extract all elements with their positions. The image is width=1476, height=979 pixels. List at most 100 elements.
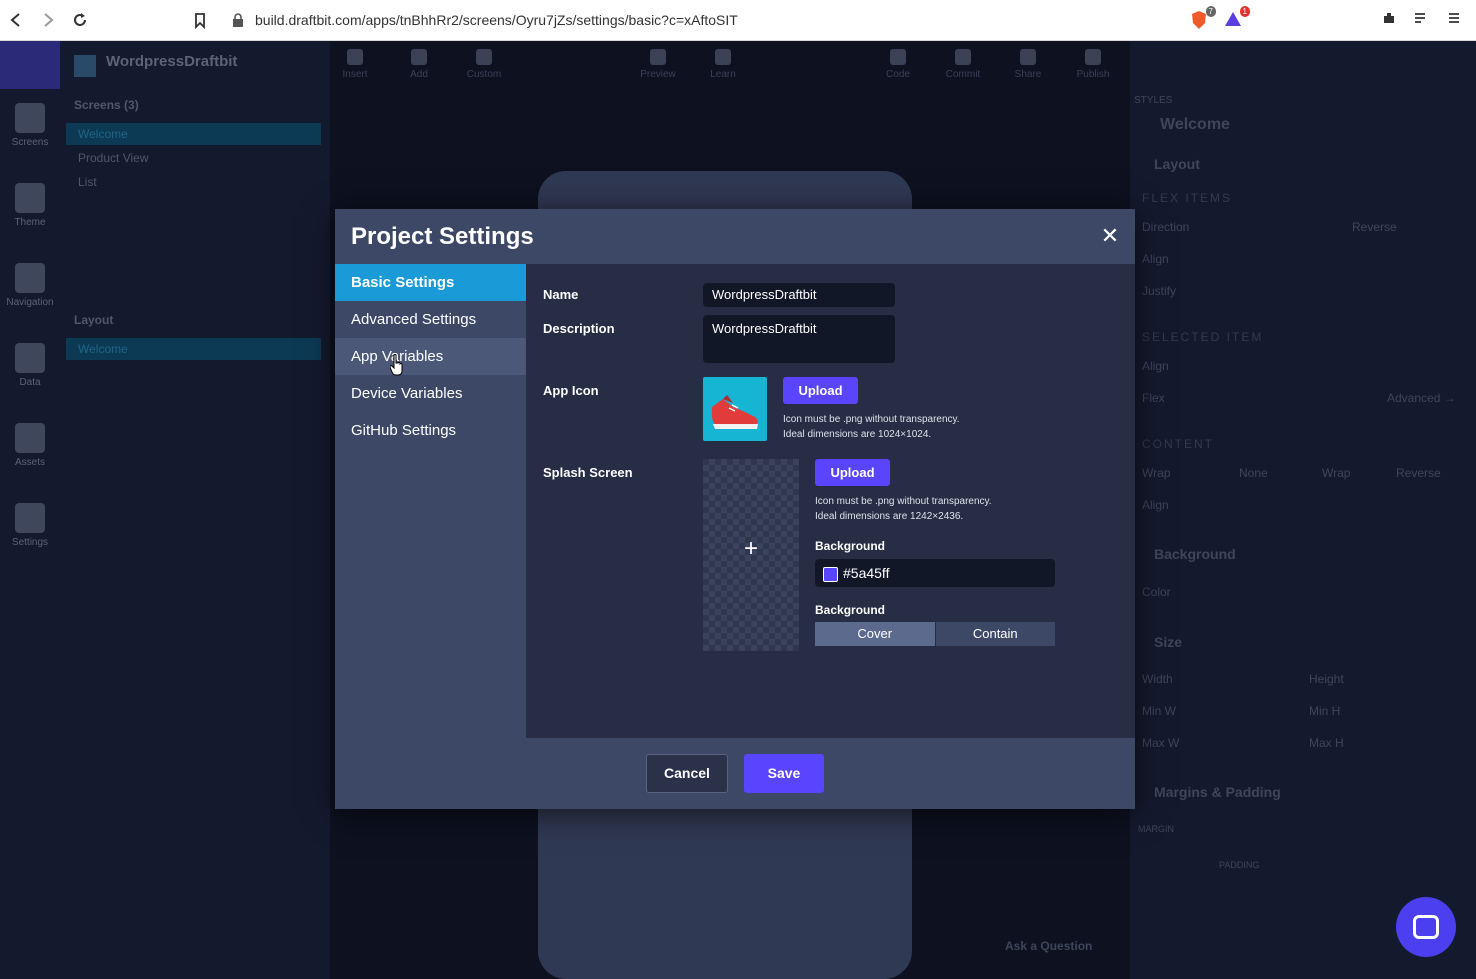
app-icon-preview[interactable] bbox=[703, 377, 767, 441]
address-bar[interactable]: build.draftbit.com/apps/tnBhhRr2/screens… bbox=[255, 12, 738, 28]
align-label: Align bbox=[1142, 498, 1169, 512]
nav-theme[interactable]: Theme bbox=[0, 183, 60, 228]
align-label: Align bbox=[1142, 359, 1169, 373]
height-label: Height bbox=[1309, 672, 1344, 686]
layout-item[interactable]: Welcome bbox=[66, 338, 321, 360]
layout-section[interactable]: Layout bbox=[1154, 156, 1200, 172]
save-button[interactable]: Save bbox=[744, 754, 824, 793]
reload-icon[interactable] bbox=[70, 10, 90, 30]
description-label: Description bbox=[543, 321, 615, 336]
tool-custom[interactable]: Custom bbox=[459, 49, 509, 80]
nav-settings[interactable]: Settings bbox=[0, 503, 60, 548]
data-icon bbox=[15, 343, 45, 373]
tool-label: Custom bbox=[466, 69, 502, 80]
brave-rewards-icon[interactable]: 1 bbox=[1222, 6, 1250, 32]
wrap-label: Wrap bbox=[1142, 466, 1171, 480]
styles-label: STYLES bbox=[1134, 95, 1173, 106]
tool-label: Add bbox=[410, 69, 428, 80]
wrap-none[interactable]: None bbox=[1239, 466, 1268, 480]
cover-option[interactable]: Cover bbox=[815, 622, 935, 646]
screens-icon bbox=[15, 103, 45, 133]
advanced-link[interactable]: Advanced → bbox=[1387, 391, 1456, 405]
tab-device-variables[interactable]: Device Variables bbox=[335, 375, 526, 412]
resize-mode-toggle: Cover Contain bbox=[815, 622, 1055, 646]
tab-app-variables[interactable]: App Variables bbox=[335, 338, 526, 375]
insert-icon bbox=[347, 49, 363, 65]
menu-icon[interactable] bbox=[1443, 10, 1465, 32]
cancel-button[interactable]: Cancel bbox=[646, 754, 728, 793]
wrap-wrap[interactable]: Wrap bbox=[1322, 466, 1350, 480]
commit-icon bbox=[955, 49, 971, 65]
back-icon[interactable] bbox=[6, 10, 26, 30]
browser-toolbar: build.draftbit.com/apps/tnBhhRr2/screens… bbox=[0, 0, 1476, 41]
padding-label: PADDING bbox=[1219, 860, 1260, 870]
layout-title: Layout bbox=[74, 313, 114, 327]
background-section[interactable]: Background bbox=[1154, 546, 1236, 562]
navigation-icon bbox=[15, 263, 45, 293]
color-swatch[interactable] bbox=[823, 567, 838, 582]
extensions-icon[interactable] bbox=[1378, 10, 1400, 32]
nav-data[interactable]: Data bbox=[0, 343, 60, 388]
modal-title: Project Settings bbox=[351, 223, 534, 250]
tool-label: Publish bbox=[1076, 69, 1110, 80]
resize-mode-label: Background bbox=[815, 603, 886, 617]
screen-item[interactable]: Product View bbox=[66, 147, 321, 169]
playlist-icon[interactable] bbox=[1410, 10, 1432, 32]
color-label: Color bbox=[1142, 585, 1171, 599]
basic-settings-content: Name WordpressDraftbit Description Wordp… bbox=[526, 264, 1135, 738]
background-color-input[interactable]: #5a45ff bbox=[815, 559, 1055, 587]
tool-label: Preview bbox=[640, 69, 676, 80]
modal-footer: Cancel Save bbox=[335, 738, 1135, 809]
tab-github-settings[interactable]: GitHub Settings bbox=[335, 412, 526, 449]
tool-learn[interactable]: Learn bbox=[698, 49, 748, 80]
nav-label: Data bbox=[19, 377, 41, 388]
nav-assets[interactable]: Assets bbox=[0, 423, 60, 468]
tool-insert[interactable]: Insert bbox=[330, 49, 380, 80]
nav-screens[interactable]: Screens bbox=[0, 103, 60, 148]
splash-upload-button[interactable]: Upload bbox=[815, 459, 890, 486]
side-panel: WordpressDraftbit Screens (3) Welcome Pr… bbox=[60, 41, 330, 979]
screen-item[interactable]: List bbox=[66, 171, 321, 193]
nav-label: Screens bbox=[11, 137, 49, 148]
custom-icon bbox=[476, 49, 492, 65]
app-icon-hint-2: Ideal dimensions are 1024×1024. bbox=[783, 429, 932, 440]
min-w-label: Min W bbox=[1142, 704, 1176, 718]
modal-header: Project Settings ✕ bbox=[335, 209, 1135, 264]
tool-commit[interactable]: Commit bbox=[938, 49, 988, 80]
tab-basic-settings[interactable]: Basic Settings bbox=[335, 264, 526, 301]
nav-label: Navigation bbox=[6, 297, 54, 308]
tool-share[interactable]: Share bbox=[1003, 49, 1053, 80]
project-name: WordpressDraftbit bbox=[106, 53, 238, 70]
screen-item[interactable]: Welcome bbox=[66, 123, 321, 145]
reverse-label[interactable]: Reverse bbox=[1352, 220, 1397, 234]
settings-tabs: Basic Settings Advanced Settings App Var… bbox=[335, 264, 526, 738]
chat-launcher[interactable] bbox=[1396, 897, 1456, 957]
bookmark-icon[interactable] bbox=[190, 10, 210, 30]
size-section[interactable]: Size bbox=[1154, 634, 1182, 650]
ask-question-link[interactable]: Ask a Question bbox=[1005, 939, 1092, 953]
splash-screen-dropzone[interactable]: + bbox=[703, 459, 799, 651]
flex-label: Flex bbox=[1142, 391, 1165, 405]
name-input[interactable]: WordpressDraftbit bbox=[703, 283, 895, 307]
tool-code[interactable]: Code bbox=[873, 49, 923, 80]
close-icon[interactable]: ✕ bbox=[1099, 225, 1121, 247]
tool-label: Insert bbox=[342, 69, 368, 80]
brave-shield-icon[interactable]: 7 bbox=[1188, 6, 1216, 32]
tab-advanced-settings[interactable]: Advanced Settings bbox=[335, 301, 526, 338]
styles-panel: STYLES Welcome Layout FLEX ITEMS Directi… bbox=[1130, 41, 1476, 979]
tool-preview[interactable]: Preview bbox=[633, 49, 683, 80]
wrap-reverse[interactable]: Reverse bbox=[1396, 466, 1441, 480]
tool-publish[interactable]: Publish bbox=[1068, 49, 1118, 80]
contain-option[interactable]: Contain bbox=[934, 622, 1055, 646]
description-textarea[interactable]: WordpressDraftbit bbox=[703, 315, 895, 363]
nav-navigation[interactable]: Navigation bbox=[0, 263, 60, 308]
flex-items-caption: FLEX ITEMS bbox=[1142, 191, 1233, 205]
app-icon-hint-1: Icon must be .png without transparency. bbox=[783, 414, 960, 425]
app-icon-upload-button[interactable]: Upload bbox=[783, 377, 858, 404]
project-settings-modal: Project Settings ✕ Basic Settings Advanc… bbox=[335, 209, 1135, 809]
justify-label: Justify bbox=[1142, 284, 1177, 298]
forward-icon[interactable] bbox=[38, 10, 58, 30]
tool-add[interactable]: Add bbox=[394, 49, 444, 80]
lock-icon bbox=[232, 13, 244, 32]
margins-padding-section[interactable]: Margins & Padding bbox=[1154, 784, 1281, 800]
